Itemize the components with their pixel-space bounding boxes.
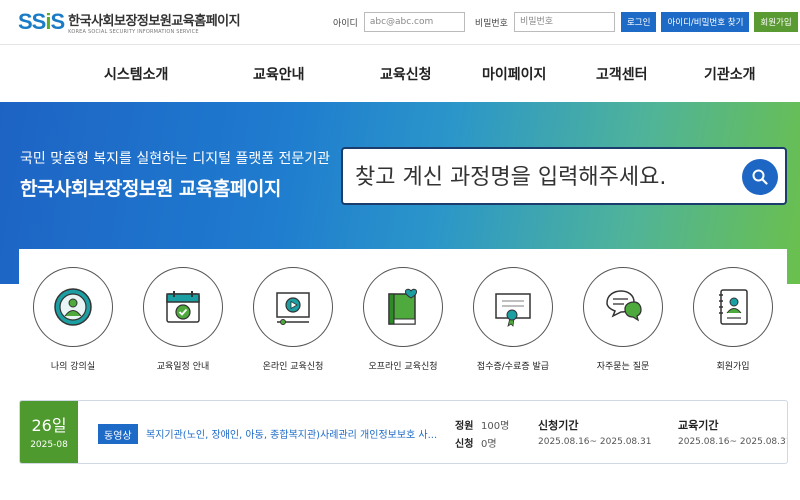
quick-link-label: 교육일정 안내: [156, 362, 210, 372]
capacity-value: 100명: [481, 421, 510, 432]
quick-link-label: 나의 강의실: [50, 362, 96, 372]
edu-period-value: 2025.08.16~ 2025.08.31: [678, 437, 788, 447]
quick-link-label: 자주묻는 질문: [596, 362, 650, 372]
quick-link-label: 접수증/수료증 발급: [476, 362, 550, 372]
course-type-badge: 동영상: [98, 424, 138, 444]
quick-link-label: 오프라인 교육신청: [368, 362, 438, 372]
course-year-month: 2025-08: [30, 440, 68, 450]
applied-value: 0명: [481, 439, 497, 450]
logo-title: 한국사회보장정보원교육홈페이지: [68, 13, 241, 29]
logo-subtitle: KOREA SOCIAL SECURITY INFORMATION SERVIC…: [68, 28, 199, 35]
nav-item-org-intro[interactable]: 기관소개: [704, 64, 756, 84]
nav-item-system-intro[interactable]: 시스템소개: [104, 64, 168, 84]
capacity-label: 정원: [455, 421, 474, 432]
video-play-icon: [276, 292, 310, 325]
edu-period-label: 교육기간: [678, 419, 719, 432]
course-title-link[interactable]: 복지기관(노인, 장애인, 아동, 종합복지관)사례관리 개인정보보호 사...: [146, 426, 446, 441]
nav-item-edu-apply[interactable]: 교육신청: [380, 64, 432, 84]
password-input[interactable]: [513, 12, 615, 32]
password-label: 비밀번호: [474, 18, 508, 29]
search-icon: [752, 169, 768, 185]
hero-title: 한국사회보장정보원 교육홈페이지: [20, 178, 281, 200]
login-area: 아이디 비밀번호 로그인 아이디/비밀번호 찾기 회원가입: [333, 12, 798, 32]
course-search-box: [341, 147, 787, 205]
quick-link-offline-apply[interactable]: 오프라인 교육신청: [361, 267, 445, 372]
course-day: 26일: [31, 416, 67, 435]
quick-links: 나의 강의실 교육일정 안내 온라인 교육신청 오프라인 교육신청 접수증/수료…: [19, 249, 787, 384]
quick-link-faq[interactable]: 자주묻는 질문: [581, 267, 665, 372]
calendar-check-icon: [166, 291, 200, 323]
quick-link-online-apply[interactable]: 온라인 교육신청: [251, 267, 335, 372]
quick-link-my-classroom[interactable]: 나의 강의실: [31, 267, 115, 372]
person-circle-icon: [54, 288, 92, 326]
logo-mark: SSiS: [18, 9, 65, 34]
join-button[interactable]: 회원가입: [754, 12, 798, 32]
chat-bubbles-icon: [606, 290, 642, 322]
hero-subtitle: 국민 맞춤형 복지를 실현하는 디지털 플랫폼 전문기관: [20, 151, 331, 167]
site-logo[interactable]: SSiS 한국사회보장정보원교육홈페이지 KOREA SOCIAL SECURI…: [18, 9, 241, 35]
nav-item-edu-guide[interactable]: 교육안내: [253, 64, 305, 84]
certificate-icon: [495, 293, 531, 327]
login-button[interactable]: 로그인: [620, 12, 657, 32]
main-nav: 시스템소개 교육안내 교육신청 마이페이지 고객센터 기관소개: [0, 44, 800, 102]
nav-item-mypage[interactable]: 마이페이지: [482, 64, 546, 84]
member-card-icon: [719, 289, 748, 325]
search-button[interactable]: [742, 159, 778, 195]
quick-link-label: 회원가입: [716, 362, 750, 372]
find-account-button[interactable]: 아이디/비밀번호 찾기: [661, 12, 750, 32]
applied-label: 신청: [455, 439, 474, 450]
book-heart-icon: [388, 288, 418, 325]
top-bar: SSiS 한국사회보장정보원교육홈페이지 KOREA SOCIAL SECURI…: [0, 0, 800, 44]
course-item[interactable]: 26일 2025-08 동영상 복지기관(노인, 장애인, 아동, 종합복지관)…: [19, 400, 788, 464]
course-date: 26일 2025-08: [20, 401, 78, 463]
quick-link-certificate[interactable]: 접수증/수료증 발급: [471, 267, 555, 372]
apply-period-label: 신청기간: [538, 419, 579, 432]
quick-link-label: 온라인 교육신청: [262, 362, 324, 372]
quick-link-join[interactable]: 회원가입: [691, 267, 775, 372]
quick-link-edu-schedule[interactable]: 교육일정 안내: [141, 267, 225, 372]
apply-period-value: 2025.08.16~ 2025.08.31: [538, 437, 652, 447]
course-search-input[interactable]: [355, 161, 725, 193]
id-label: 아이디: [333, 18, 358, 29]
id-input[interactable]: [363, 12, 465, 32]
nav-item-customer-center[interactable]: 고객센터: [596, 64, 648, 84]
